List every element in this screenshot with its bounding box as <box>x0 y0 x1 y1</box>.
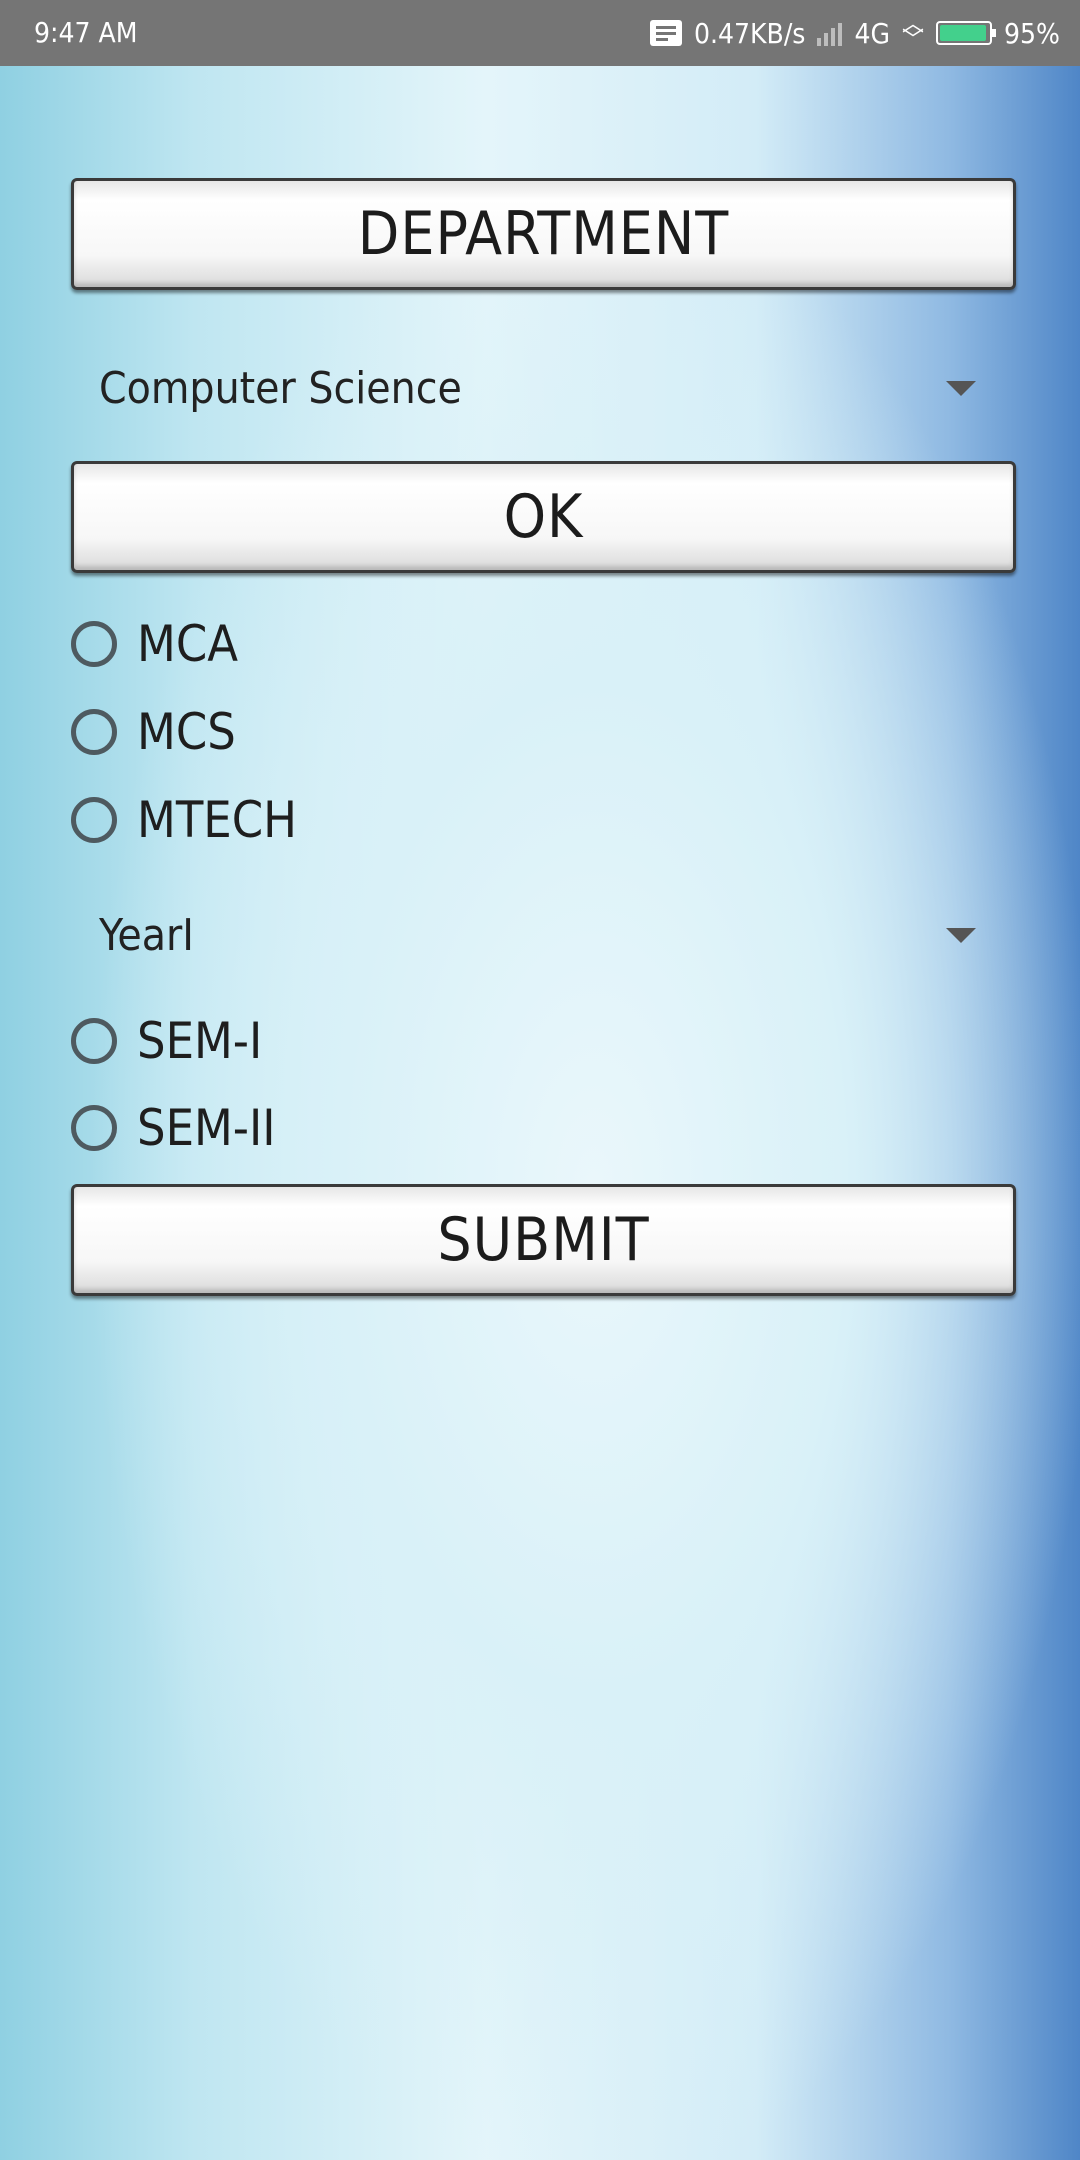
network-type: 4G <box>854 16 890 50</box>
status-bar: 9:47 AM 0.47KB/s 4G ︿ ﹀ 95% <box>0 0 1080 66</box>
radio-circle <box>71 621 117 667</box>
radio-course-mcs[interactable]: MCS <box>71 697 236 767</box>
status-time: 9:47 AM <box>34 16 138 49</box>
department-spinner-value: Computer Science <box>99 362 462 414</box>
submit-button[interactable]: SUBMIT <box>71 1184 1016 1296</box>
radio-circle <box>71 797 117 843</box>
department-spinner[interactable]: Computer Science <box>71 343 1016 433</box>
chevron-down-icon <box>946 927 976 943</box>
radio-circle <box>71 709 117 755</box>
radio-sem-2[interactable]: SEM-II <box>71 1093 276 1163</box>
radio-label: MTECH <box>137 791 297 849</box>
radio-course-mca[interactable]: MCA <box>71 609 238 679</box>
radio-label: MCA <box>137 615 239 673</box>
year-spinner-value: YearI <box>99 909 194 961</box>
radio-circle <box>71 1105 117 1151</box>
data-arrows-icon: ︿ ﹀ <box>901 12 924 53</box>
battery-percent: 95% <box>1004 16 1060 50</box>
radio-label: SEM-I <box>137 1012 263 1070</box>
radio-label: MCS <box>137 703 236 761</box>
battery-icon <box>936 21 996 45</box>
status-icons: 0.47KB/s 4G ︿ ﹀ 95% <box>649 12 1060 53</box>
radio-circle <box>71 1018 117 1064</box>
radio-label: SEM-II <box>137 1099 276 1157</box>
department-button[interactable]: DEPARTMENT <box>71 178 1016 290</box>
network-speed: 0.47KB/s <box>693 16 806 50</box>
chevron-down-icon <box>946 380 976 396</box>
message-icon <box>649 20 682 46</box>
signal-icon <box>817 20 843 46</box>
ok-button[interactable]: OK <box>71 461 1016 573</box>
year-spinner[interactable]: YearI <box>71 890 1016 980</box>
radio-sem-1[interactable]: SEM-I <box>71 1006 262 1076</box>
battery-fill <box>940 25 986 41</box>
radio-course-mtech[interactable]: MTECH <box>71 785 297 855</box>
